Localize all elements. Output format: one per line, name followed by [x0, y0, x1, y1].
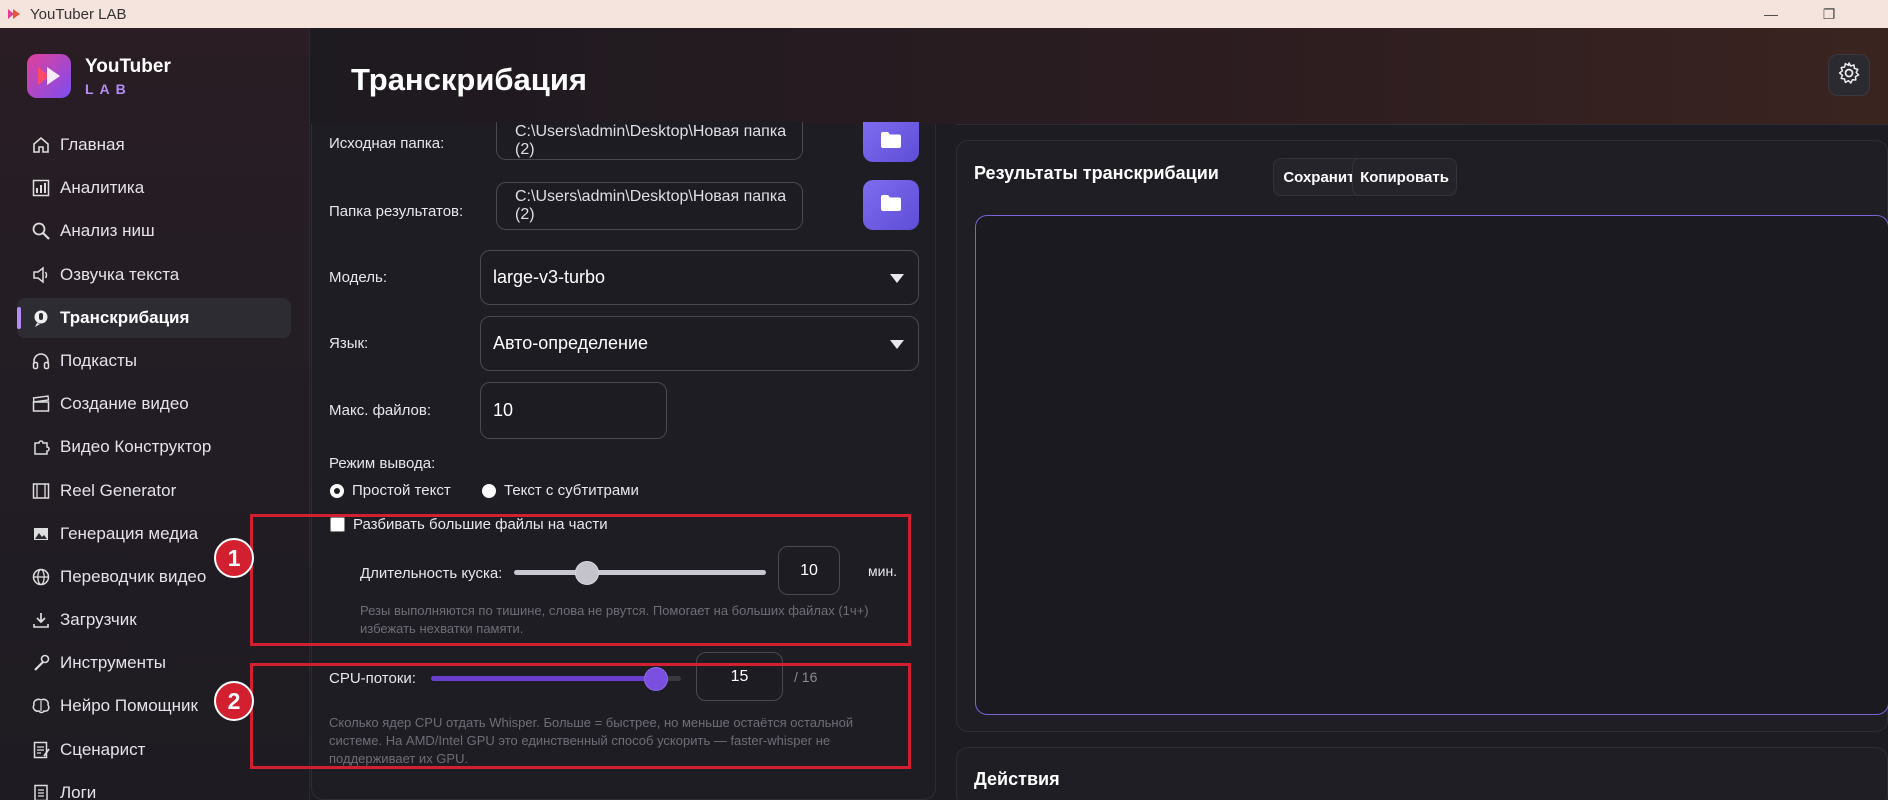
actions-panel: Действия: [956, 747, 1888, 800]
radio-indicator: [482, 483, 496, 498]
radio-label: Текст с субтитрами: [504, 482, 639, 499]
sidebar-item-transcription[interactable]: Транскрибация: [17, 297, 291, 338]
results-title: Результаты транскрибации: [974, 163, 1219, 183]
gear-icon: [1837, 61, 1861, 90]
results-textarea[interactable]: [975, 215, 1888, 715]
chart-icon: [30, 177, 52, 199]
annotation-box-2: [250, 663, 911, 769]
sidebar-item-label: Reel Generator: [60, 480, 177, 500]
page-title: Транскрибация: [351, 62, 587, 97]
headphones-icon: [30, 350, 52, 372]
actions-title: Действия: [974, 769, 1060, 789]
sidebar-item-label: Подкасты: [60, 350, 137, 370]
sidebar-item-label: Нейро Помощник: [60, 696, 198, 716]
sidebar-item-podcasts[interactable]: Подкасты: [17, 341, 291, 381]
copy-button[interactable]: Копировать: [1352, 158, 1457, 196]
sidebar-item-niche-analysis[interactable]: Анализ ниш: [17, 211, 291, 251]
annotation-badge-2: 2: [214, 681, 254, 721]
sidebar-item-label: Загрузчик: [60, 610, 137, 630]
annotation-box-1: [250, 514, 911, 646]
sidebar-item-label: Аналитика: [60, 178, 145, 198]
results-panel: Результаты транскрибации Сохранить Копир…: [956, 140, 1888, 732]
sidebar-item-label: Инструменты: [60, 653, 167, 673]
sidebar-item-label: Озвучка текста: [60, 264, 180, 284]
settings-button[interactable]: [1828, 54, 1870, 96]
results-folder-browse-button[interactable]: [863, 180, 919, 230]
sidebar-item-video-constructor[interactable]: Видео Конструктор: [17, 427, 291, 467]
wrench-icon: [30, 652, 52, 674]
film-icon: [30, 480, 52, 502]
script-icon: [30, 739, 52, 761]
globe-icon: [30, 566, 52, 588]
results-folder-label: Папка результатов:: [329, 203, 464, 220]
language-select[interactable]: Авто-определение: [480, 316, 919, 371]
sidebar-item-label: Анализ ниш: [60, 221, 155, 241]
source-folder-browse-button[interactable]: [863, 122, 919, 162]
clapperboard-icon: [30, 393, 52, 415]
folder-icon: [880, 131, 902, 154]
sidebar-item-label: Логи: [60, 782, 97, 800]
chevron-down-icon: [890, 340, 904, 349]
sidebar-item-label: Переводчик видео: [60, 566, 207, 586]
model-select[interactable]: large-v3-turbo: [480, 250, 919, 305]
app-logo-icon: [6, 6, 22, 22]
sidebar-item-label: Генерация медиа: [60, 523, 199, 543]
page-header: Транскрибация: [311, 28, 1888, 124]
sidebar-item-label: Главная: [60, 135, 125, 154]
model-value: large-v3-turbo: [493, 267, 606, 287]
folder-icon: [880, 194, 902, 217]
image-icon: [30, 523, 52, 545]
logo-icon: [27, 54, 71, 98]
radio-plain-text[interactable]: Простой текст: [330, 482, 451, 499]
download-icon: [30, 609, 52, 631]
radio-label: Простой текст: [352, 482, 451, 499]
annotation-badge-1: 1: [214, 538, 254, 578]
model-label: Модель:: [329, 269, 388, 286]
home-icon: [30, 134, 52, 156]
top-panel-edge: [956, 124, 1888, 132]
source-folder-label: Исходная папка:: [329, 135, 445, 152]
sidebar-item-label: Сценарист: [60, 739, 146, 759]
sidebar-item-label: Транскрибация: [60, 307, 190, 327]
sidebar-item-label: Видео Конструктор: [60, 437, 212, 457]
brand-sub: LAB: [85, 80, 132, 97]
language-label: Язык:: [329, 335, 369, 352]
max-files-label: Макс. файлов:: [329, 402, 432, 419]
sidebar-item-reel-generator[interactable]: Reel Generator: [17, 471, 291, 511]
log-icon: [30, 782, 52, 800]
sidebar-item-video-creation[interactable]: Создание видео: [17, 384, 291, 424]
radio-subtitles[interactable]: Текст с субтитрами: [482, 482, 639, 499]
language-value: Авто-определение: [493, 333, 649, 353]
sidebar-item-voiceover[interactable]: Озвучка текста: [17, 255, 291, 295]
brain-icon: [30, 695, 52, 717]
radio-indicator: [330, 483, 344, 498]
search-icon: [30, 220, 52, 242]
results-folder-field[interactable]: C:\Users\admin\Desktop\Новая папка (2): [496, 182, 803, 230]
max-files-input[interactable]: 10: [480, 382, 667, 439]
brand-name: YouTuber: [85, 55, 171, 77]
window-title: YouTuber LAB: [30, 5, 127, 23]
brand: YouTuber LAB: [27, 54, 171, 98]
source-folder-field[interactable]: C:\Users\admin\Desktop\Новая папка (2): [496, 122, 803, 160]
sidebar-item-home[interactable]: Главная: [17, 125, 291, 165]
title-bar: YouTuber LAB — ❐: [0, 0, 1888, 28]
sidebar-item-label: Создание видео: [60, 394, 189, 414]
minimize-button[interactable]: —: [1748, 0, 1794, 28]
speaker-icon: [30, 264, 52, 286]
sidebar-item-logs[interactable]: Логи: [17, 773, 291, 800]
puzzle-icon: [30, 436, 52, 458]
chevron-down-icon: [890, 274, 904, 283]
restore-button[interactable]: ❐: [1806, 0, 1852, 28]
transcribe-icon: [30, 307, 52, 329]
output-mode-label: Режим вывода:: [329, 455, 436, 472]
sidebar-item-analytics[interactable]: Аналитика: [17, 168, 291, 208]
